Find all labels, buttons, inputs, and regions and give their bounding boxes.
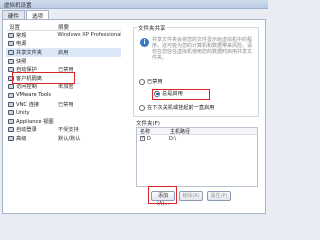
device-item[interactable]: 常规 Windows XP Professional (6, 31, 121, 40)
device-item-summary: 已禁用 (58, 101, 74, 108)
radio-until-poweroff-dot[interactable] (139, 104, 145, 111)
folders-title: 文件夹(F) (136, 121, 160, 127)
folder-sharing-group: 文件夹共享 i 共享文件夹会将您的文件显示给虚拟机中的程序。这可能为您的计算机和… (133, 24, 259, 117)
device-item[interactable]: 快照 (6, 57, 121, 66)
device-item-name-cell: 自动登录 (6, 126, 58, 133)
folder-enabled-checkbox[interactable] (140, 135, 145, 141)
title-bar: 虚拟机设置 (0, 0, 268, 9)
device-item-label: 快照 (16, 58, 27, 65)
device-item-name-cell: VMware Tools (6, 92, 58, 98)
device-item-label: 高级 (16, 135, 27, 142)
autologin-icon (8, 127, 14, 133)
device-item-name-cell: Appliance 视图 (6, 118, 58, 125)
vmware-tools-icon (8, 92, 14, 98)
device-item[interactable]: 电源 (6, 40, 121, 49)
window-title: 虚拟机设置 (4, 3, 32, 9)
device-item-name-cell: 快照 (6, 58, 58, 65)
lock-icon (8, 84, 14, 90)
vnc-icon (8, 101, 14, 107)
device-item-summary: Windows XP Professional (57, 32, 121, 39)
device-item-label: VNC 连接 (16, 101, 40, 108)
folder-name: D (147, 135, 151, 142)
folders-header: 名称 主机路径 (137, 128, 257, 135)
radio-disabled-dot[interactable] (139, 78, 145, 85)
shared-folders-icon (8, 49, 14, 55)
folders-table: 名称 主机路径 D D:\ (136, 127, 258, 187)
highlight-shared-folders (12, 72, 75, 84)
radio-disabled[interactable]: 已禁用 (139, 78, 163, 85)
device-item-name-cell: 共享文件夹 (6, 49, 58, 56)
device-item-label: 访问控制 (16, 84, 37, 91)
summary-column-header: 摘要 (58, 25, 70, 31)
settings-pane: 文件夹共享 i 共享文件夹会将您的文件显示给虚拟机中的程序。这可能为您的计算机和… (133, 23, 261, 211)
device-item-label: Appliance 视图 (16, 118, 54, 125)
tab-bar: 硬件 选项 (2, 10, 50, 20)
device-item[interactable]: 自动登录 不受支持 (6, 126, 121, 135)
unity-icon (8, 110, 14, 116)
device-item-name-cell: 高级 (6, 135, 58, 142)
device-item-label: 常规 (16, 32, 27, 39)
device-list: 设置 摘要 常规 Windows XP Professional 电源 共享文件夹 启用… (6, 23, 121, 208)
device-item-summary: 启用 (58, 49, 69, 56)
folder-host-path: D:\ (169, 135, 177, 142)
device-item[interactable]: Unity (6, 108, 121, 117)
sharing-description: 共享文件夹会将您的文件显示给虚拟机中的程序。这可能为您的计算机和数据带来风险。请… (152, 37, 253, 61)
host-path-column-header: 主机路径 (170, 128, 191, 135)
device-item-summary: 默认/默认 (58, 135, 81, 142)
setting-column-header: 设置 (9, 25, 21, 31)
advanced-icon (8, 135, 14, 141)
folder-sharing-title: 文件夹共享 (137, 24, 167, 32)
folder-row[interactable]: D D:\ (137, 135, 257, 142)
properties-button[interactable]: 属性(P) (207, 191, 231, 201)
device-item-name-cell: 电源 (6, 40, 58, 47)
radio-until-poweroff-label: 在下次关机或挂起前一直启用 (147, 105, 215, 111)
device-item-label: Unity (16, 109, 30, 116)
device-item[interactable]: 高级 默认/默认 (6, 134, 121, 143)
device-item[interactable]: VNC 连接 已禁用 (6, 100, 121, 109)
device-item-name-cell: VNC 连接 (6, 101, 58, 108)
radio-disabled-label: 已禁用 (147, 79, 163, 85)
device-item-label: 共享文件夹 (16, 49, 42, 56)
device-item[interactable]: VMware Tools (6, 91, 121, 100)
device-item-name-cell: 访问控制 (6, 83, 58, 90)
device-list-header: 设置 摘要 (6, 23, 121, 31)
device-item-label: VMware Tools (16, 92, 52, 99)
device-item-name-cell: 常规 (6, 32, 57, 39)
tab-hardware[interactable]: 硬件 (2, 10, 26, 20)
options-panel: 设置 摘要 常规 Windows XP Professional 电源 共享文件夹 启用… (2, 19, 266, 214)
highlight-add-button (148, 186, 177, 204)
general-icon (8, 32, 14, 38)
power-icon (8, 41, 14, 47)
snapshot-icon (8, 58, 14, 64)
highlight-always-enabled (152, 89, 210, 100)
info-icon: i (140, 38, 149, 47)
appliance-icon (8, 118, 14, 124)
device-item-label: 电源 (16, 41, 27, 48)
device-item-name-cell: Unity (6, 110, 58, 116)
device-item-summary: 不受支持 (58, 127, 79, 134)
radio-until-poweroff[interactable]: 在下次关机或挂起前一直启用 (139, 104, 214, 111)
remove-button[interactable]: 移除(R) (179, 191, 203, 201)
device-item-label: 自动登录 (16, 127, 37, 134)
device-item-summary: 未加密 (58, 84, 74, 91)
name-column-header: 名称 (140, 128, 151, 135)
device-item[interactable]: 共享文件夹 启用 (6, 48, 121, 57)
device-item[interactable]: Appliance 视图 (6, 117, 121, 126)
